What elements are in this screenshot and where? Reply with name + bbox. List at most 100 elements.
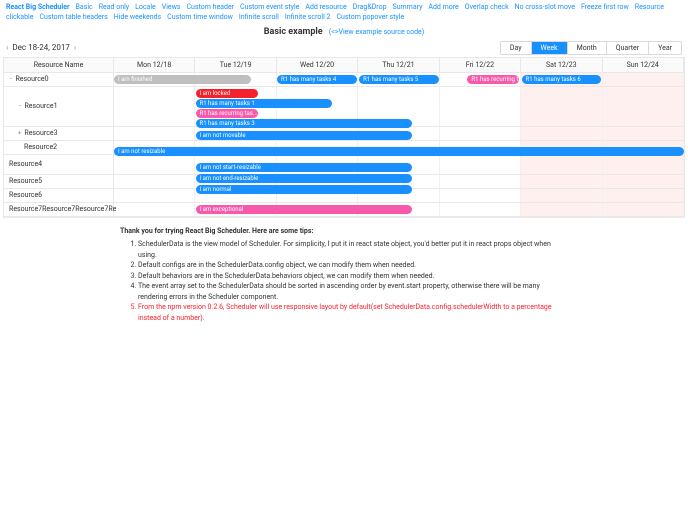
grid-cell[interactable] [521, 203, 602, 217]
view-quarter[interactable]: Quarter [606, 42, 648, 54]
day-header: Tue 12/19 [195, 58, 276, 72]
nav-link[interactable]: Custom header [187, 3, 235, 11]
nav-link[interactable]: Infinite scroll [239, 13, 279, 21]
nav-link[interactable]: Custom time window [167, 13, 233, 21]
grid-cell[interactable] [603, 127, 684, 141]
resource-label: Resource7Resource7Resource7Re [9, 205, 116, 213]
brand-link[interactable]: React Big Scheduler [6, 3, 70, 11]
resource-cell[interactable]: Resource6 [4, 189, 113, 203]
next-icon[interactable]: › [74, 43, 76, 52]
nav-link[interactable]: Basic [76, 3, 93, 11]
grid-cell[interactable] [603, 73, 684, 87]
event[interactable]: R1 has many tasks 1 [196, 99, 333, 108]
event[interactable]: R1 has many tasks 6 [522, 75, 602, 84]
resource-cell[interactable]: +Resource3 [4, 127, 113, 141]
resource-cell[interactable]: −Resource1 [4, 87, 113, 127]
nav-link[interactable]: No cross-slot move [515, 3, 575, 11]
resource-cell[interactable]: Resource4 [4, 155, 113, 175]
event[interactable]: I am not end-resizable [196, 174, 413, 183]
event[interactable]: I am locked [196, 89, 259, 98]
prev-icon[interactable]: ‹ [6, 43, 8, 52]
resource-cell[interactable]: −Resource0 [4, 73, 113, 87]
tips-list: SchedulerData is the view model of Sched… [120, 239, 568, 323]
event[interactable]: R1 has many tasks 5 [359, 75, 439, 84]
day-header: Thu 12/21 [358, 58, 439, 72]
date-label[interactable]: Dec 18-24, 2017 [12, 43, 69, 52]
nav-link[interactable]: Custom table headers [39, 13, 107, 21]
nav-link[interactable]: Freeze first row [581, 3, 629, 11]
expand-icon[interactable]: − [18, 103, 21, 110]
grid-cell[interactable] [114, 203, 195, 217]
view-day[interactable]: Day [501, 42, 531, 54]
expand-icon[interactable]: + [18, 130, 21, 137]
grid-cell[interactable] [521, 87, 602, 127]
nav-link[interactable]: Drag&Drop [353, 3, 387, 11]
day-header: Wed 12/20 [277, 58, 358, 72]
event[interactable]: I am normal [196, 185, 413, 194]
nav-link[interactable]: Add resource [305, 3, 346, 11]
nav-link[interactable]: Read only [99, 3, 129, 11]
nav-link[interactable]: Infinite scroll 2 [285, 13, 331, 21]
resource-label: Resource5 [9, 177, 42, 185]
event[interactable]: R1 has recurring tas... [467, 75, 518, 84]
tips: Thank you for trying React Big Scheduler… [0, 218, 688, 332]
expand-icon[interactable]: − [9, 76, 12, 83]
tip-item: Default behaviors are in the SchedulerDa… [138, 271, 568, 282]
day-header: Sat 12/23 [521, 58, 602, 72]
event[interactable]: R1 has many tasks 3 [196, 119, 413, 128]
resource-cell[interactable]: Resource5 [4, 175, 113, 189]
resource-label: Resource3 [24, 129, 57, 137]
tip-item: The event array set to the SchedulerData… [138, 281, 568, 302]
nav-link[interactable]: Views [162, 3, 181, 11]
grid-cell[interactable] [603, 87, 684, 127]
nav-link[interactable]: Hide weekends [114, 13, 161, 21]
event[interactable]: I am exceptional [196, 205, 413, 214]
resource-header: Resource Name [4, 58, 114, 72]
grid-cell[interactable] [114, 127, 195, 141]
grid-cell[interactable] [440, 155, 521, 175]
view-switch: DayWeekMonthQuarterYear [500, 41, 682, 55]
grid-cell[interactable] [114, 175, 195, 189]
grid-cell[interactable] [521, 175, 602, 189]
grid-cell[interactable] [521, 155, 602, 175]
grid-cell[interactable] [603, 175, 684, 189]
event[interactable]: R1 has recurring tas... [196, 109, 259, 118]
nav-link[interactable]: Custom event style [240, 3, 299, 11]
controls: ‹ Dec 18-24, 2017 › DayWeekMonthQuarterY… [0, 40, 688, 57]
event[interactable]: I am not movable [196, 131, 413, 140]
grid-cell[interactable] [521, 127, 602, 141]
grid-cell[interactable] [440, 175, 521, 189]
event[interactable]: I am finished [114, 75, 251, 84]
resource-label: Resource0 [15, 75, 48, 83]
scheduler-body: −Resource0−Resource1+Resource3Resource2R… [4, 73, 684, 217]
grid-cell[interactable] [114, 87, 195, 127]
resource-cell[interactable]: Resource2 [4, 141, 113, 155]
view-month[interactable]: Month [567, 42, 606, 54]
resource-cell[interactable]: Resource7Resource7Resource7Re [4, 203, 113, 217]
grid-cell[interactable] [114, 155, 195, 175]
resource-label: Resource1 [24, 102, 57, 110]
grid-cell[interactable] [440, 127, 521, 141]
grid-cell[interactable] [603, 203, 684, 217]
event-grid[interactable]: I am finishedR1 has many tasks 4R1 has m… [114, 73, 684, 217]
grid-cell[interactable] [440, 87, 521, 127]
grid-cell[interactable] [440, 203, 521, 217]
source-link[interactable]: (<>View example source code) [329, 28, 424, 36]
grid-cell[interactable] [603, 155, 684, 175]
day-header: Mon 12/18 [114, 58, 195, 72]
grid-cell[interactable] [114, 189, 195, 203]
grid-cell[interactable] [440, 189, 521, 203]
nav-link[interactable]: Add more [428, 3, 458, 11]
grid-cell[interactable] [603, 189, 684, 203]
nav-link[interactable]: Locale [135, 3, 156, 11]
event[interactable]: I am not start-resizable [196, 163, 413, 172]
view-year[interactable]: Year [648, 42, 681, 54]
event[interactable]: I am not resizable [114, 147, 684, 156]
nav-link[interactable]: Overlap check [465, 3, 509, 11]
nav-link[interactable]: Custom popover style [336, 13, 404, 21]
view-week[interactable]: Week [531, 42, 567, 54]
event[interactable]: R1 has many tasks 4 [277, 75, 357, 84]
grid-cell[interactable] [521, 189, 602, 203]
nav-link[interactable]: Summary [393, 3, 423, 11]
tip-item: Default configs are in the SchedulerData… [138, 260, 568, 271]
